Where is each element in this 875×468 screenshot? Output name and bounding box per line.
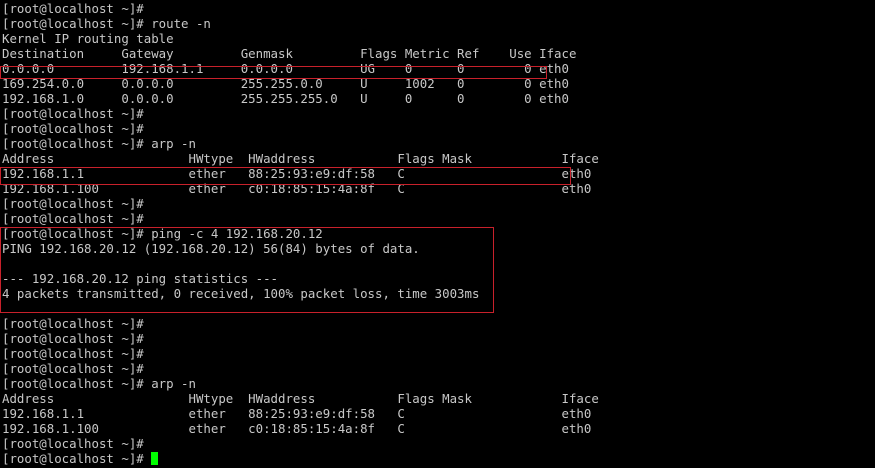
terminal-line: [root@localhost ~]# [2,106,144,121]
terminal-line: [root@localhost ~]# ping -c 4 192.168.20… [2,226,323,241]
terminal-line: [root@localhost ~]# arp -n [2,376,196,391]
terminal-line: 192.168.1.100 ether c0:18:85:15:4a:8f C … [2,421,592,436]
terminal-line: 169.254.0.0 0.0.0.0 255.255.0.0 U 1002 0… [2,76,569,91]
terminal-line: [root@localhost ~]# [2,211,144,226]
terminal-line: Destination Gateway Genmask Flags Metric… [2,46,577,61]
cursor-block [151,452,159,465]
terminal-line: Address HWtype HWaddress Flags Mask Ifac… [2,391,599,406]
terminal-output: [root@localhost ~]# [root@localhost ~]# r… [2,1,875,466]
terminal-line: 192.168.1.0 0.0.0.0 255.255.255.0 U 0 0 … [2,91,569,106]
terminal-line: [root@localhost ~]# [2,316,144,331]
terminal-line: 4 packets transmitted, 0 received, 100% … [2,286,480,301]
terminal-line: Address HWtype HWaddress Flags Mask Ifac… [2,151,599,166]
terminal-line: 0.0.0.0 192.168.1.1 0.0.0.0 UG 0 0 0 eth… [2,61,569,76]
terminal-line: Kernel IP routing table [2,31,174,46]
terminal-line: [root@localhost ~]# [2,331,144,346]
terminal-line: [root@localhost ~]# [2,121,144,136]
terminal-window[interactable]: [root@localhost ~]# [root@localhost ~]# r… [0,0,875,468]
terminal-line: [root@localhost ~]# [2,361,144,376]
terminal-line: --- 192.168.20.12 ping statistics --- [2,271,279,286]
terminal-line: 192.168.1.100 ether c0:18:85:15:4a:8f C … [2,181,592,196]
terminal-line: [root@localhost ~]# [2,1,144,16]
terminal-line: [root@localhost ~]# route -n [2,16,211,31]
terminal-line: 192.168.1.1 ether 88:25:93:e9:df:58 C et… [2,166,592,181]
terminal-line: [root@localhost ~]# [2,346,144,361]
terminal-line: [root@localhost ~]# arp -n [2,136,196,151]
terminal-line: [root@localhost ~]# [2,436,144,451]
terminal-line: [root@localhost ~]# [2,451,875,466]
terminal-line: 192.168.1.1 ether 88:25:93:e9:df:58 C et… [2,406,592,421]
terminal-line: [root@localhost ~]# [2,196,144,211]
terminal-line: PING 192.168.20.12 (192.168.20.12) 56(84… [2,241,420,256]
